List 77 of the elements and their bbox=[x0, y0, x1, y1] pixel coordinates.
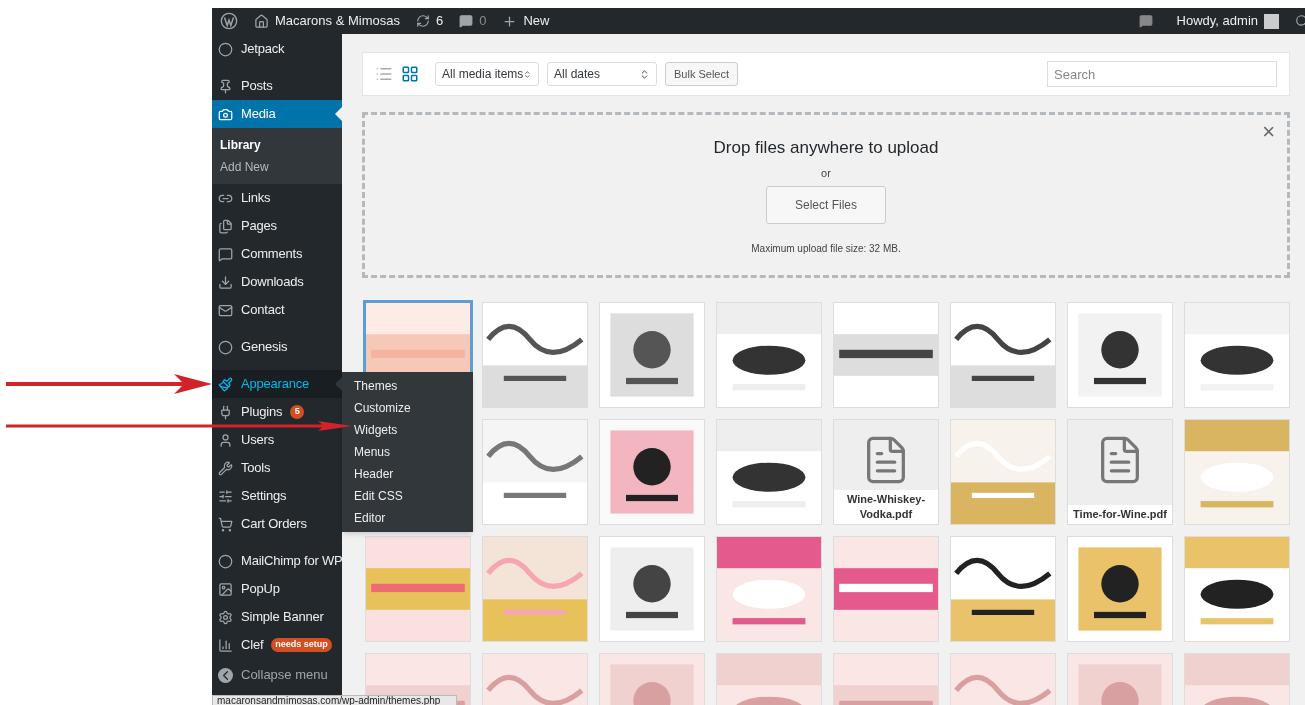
avatar-icon bbox=[1264, 13, 1279, 29]
image-icon bbox=[218, 581, 233, 597]
gear-icon bbox=[218, 609, 233, 625]
or-text: or bbox=[821, 165, 831, 181]
close-button[interactable]: × bbox=[1262, 121, 1275, 143]
count-badge: needs setup bbox=[271, 638, 332, 652]
menu-item[interactable]: Clef needs setup bbox=[212, 636, 338, 654]
camera-icon bbox=[218, 106, 233, 122]
filter-select[interactable]: All media items bbox=[435, 62, 539, 86]
menu-item[interactable]: Appearance bbox=[212, 370, 342, 398]
menu-item[interactable]: Downloads bbox=[212, 273, 310, 291]
flyout-item[interactable]: Themes bbox=[354, 375, 398, 397]
menu-item[interactable]: Plugins 5 bbox=[212, 403, 311, 421]
account-link[interactable]: Howdy, admin bbox=[1176, 11, 1279, 31]
menu-item[interactable]: Comments bbox=[212, 245, 309, 263]
count-badge: 5 bbox=[290, 405, 305, 419]
wrench-icon bbox=[218, 460, 233, 476]
circle-icon bbox=[218, 41, 233, 57]
brush-icon bbox=[218, 376, 233, 392]
submenu-item[interactable]: Library bbox=[212, 134, 342, 156]
circle-icon bbox=[218, 339, 233, 355]
flyout-item[interactable]: Widgets bbox=[354, 419, 398, 441]
download-icon bbox=[218, 274, 233, 290]
site-name-link[interactable]: Macarons & Mimosas bbox=[254, 11, 400, 31]
select-files-button[interactable]: Select Files bbox=[766, 186, 886, 224]
notification-icon[interactable] bbox=[1138, 14, 1153, 28]
mail-icon bbox=[218, 302, 233, 318]
menu-item[interactable]: MailChimp for WP bbox=[212, 552, 349, 570]
upload-size-note: Maximum upload file size: 32 MB. bbox=[751, 242, 901, 256]
menu-item[interactable]: Tools bbox=[212, 459, 277, 477]
file-name: Time-for-Wine.pdf bbox=[1068, 505, 1172, 524]
flyout-item[interactable]: Edit CSS bbox=[354, 485, 403, 507]
flyout-item[interactable]: Header bbox=[354, 463, 394, 485]
circle-icon bbox=[218, 553, 233, 569]
menu-item[interactable]: Settings bbox=[212, 487, 293, 505]
menu-item[interactable]: Media bbox=[212, 100, 342, 128]
plug-icon bbox=[218, 404, 233, 420]
cart-icon bbox=[218, 516, 233, 532]
menu-item[interactable]: Contact bbox=[212, 301, 291, 319]
flyout-item[interactable]: Customize bbox=[354, 397, 411, 419]
search-field[interactable]: Search bbox=[1047, 61, 1277, 87]
plus-icon bbox=[502, 13, 518, 29]
grid-view-icon[interactable] bbox=[401, 65, 419, 83]
refresh-icon bbox=[416, 14, 430, 28]
filter-select[interactable]: All dates bbox=[547, 62, 657, 86]
pages-icon bbox=[218, 218, 233, 234]
wordpress-logo-icon[interactable] bbox=[220, 12, 238, 30]
collapse-menu-button[interactable]: Collapse menu bbox=[212, 661, 342, 689]
comment-icon bbox=[218, 246, 233, 262]
new-link[interactable]: New bbox=[502, 11, 550, 31]
upload-heading: Drop files anywhere to upload bbox=[713, 137, 939, 159]
menu-item[interactable]: Links bbox=[212, 189, 277, 207]
menu-item[interactable]: Genesis bbox=[212, 338, 294, 356]
comments-link[interactable]: 0 bbox=[459, 11, 487, 31]
collapse-icon bbox=[218, 667, 233, 683]
menu-item[interactable]: Users bbox=[212, 431, 280, 449]
flyout-item[interactable]: Editor bbox=[354, 507, 386, 529]
file-name: Wine-Whiskey-Vodka.pdf bbox=[834, 490, 938, 524]
home-icon bbox=[254, 13, 269, 29]
menu-item[interactable]: Pages bbox=[212, 217, 283, 235]
bulk-select-button[interactable]: Bulk Select bbox=[665, 62, 739, 86]
user-icon bbox=[218, 432, 233, 448]
dropdown-icon bbox=[523, 68, 532, 80]
pin-icon bbox=[218, 78, 233, 94]
search-icon[interactable] bbox=[1295, 14, 1305, 28]
flyout-item[interactable]: Menus bbox=[354, 441, 391, 463]
submenu-item[interactable]: Add New bbox=[212, 156, 342, 178]
menu-item[interactable]: Posts bbox=[212, 77, 279, 95]
updates-link[interactable]: 6 bbox=[416, 11, 444, 31]
dropdown-icon bbox=[639, 68, 650, 80]
menu-item[interactable]: Simple Banner bbox=[212, 608, 330, 626]
menu-item[interactable]: PopUp bbox=[212, 580, 286, 598]
menu-item[interactable]: Jetpack bbox=[212, 40, 291, 58]
menu-item[interactable]: Cart Orders bbox=[212, 515, 313, 533]
sliders-icon bbox=[218, 488, 233, 504]
bars-icon bbox=[218, 637, 233, 653]
comment-icon bbox=[459, 14, 474, 28]
